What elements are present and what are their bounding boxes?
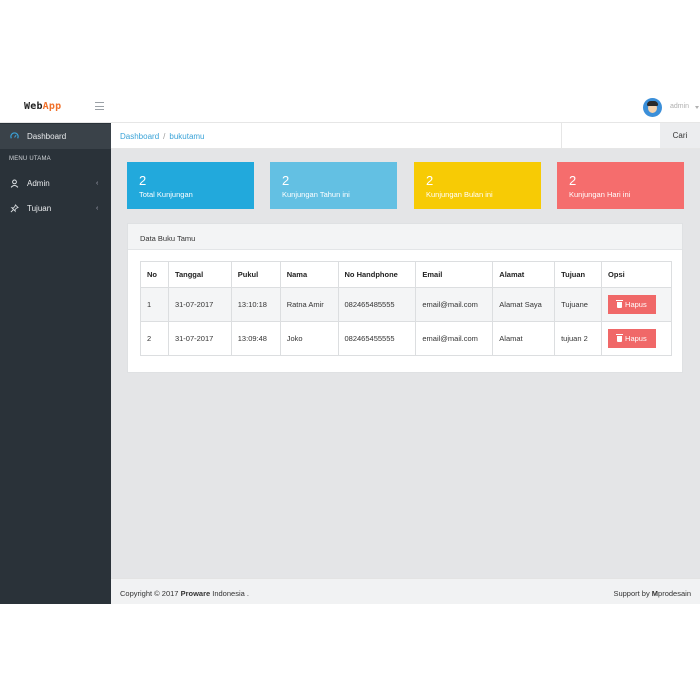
- column-header: Tanggal: [167, 261, 232, 288]
- menu-toggle-icon[interactable]: [95, 102, 104, 110]
- stat-card-today: 2 Kunjungan Hari ini: [557, 162, 684, 209]
- delete-button-label: Hapus: [625, 300, 647, 309]
- main-content: 2 Total Kunjungan 2 Kunjungan Tahun ini …: [111, 149, 700, 578]
- top-navbar: WebApp admin: [0, 92, 700, 123]
- stat-value: 2: [139, 173, 147, 188]
- table-row: 1 31-07-2017 13:10:18 Ratna Amir 0824654…: [140, 287, 672, 322]
- table-cell-actions: Hapus: [601, 287, 672, 322]
- user-icon: [10, 179, 19, 188]
- search-button[interactable]: Cari: [660, 123, 700, 148]
- sidebar-item-tujuan[interactable]: Tujuan ‹: [0, 196, 111, 221]
- table-cell: Joko: [279, 321, 339, 356]
- trash-icon: [616, 333, 624, 342]
- brand-main: Web: [24, 101, 43, 112]
- column-header: No Handphone: [337, 261, 417, 288]
- table-cell: 082465485555: [337, 287, 417, 322]
- sidebar-item-admin[interactable]: Admin ‹: [0, 171, 111, 196]
- table-cell: 13:09:48: [230, 321, 281, 356]
- stat-value: 2: [426, 173, 434, 188]
- brand-accent: App: [42, 101, 62, 112]
- dashboard-icon: [10, 132, 19, 139]
- search-input[interactable]: [561, 123, 660, 148]
- app-logo[interactable]: WebApp: [24, 101, 61, 112]
- stat-card-year: 2 Kunjungan Tahun ini: [270, 162, 397, 209]
- user-avatar[interactable]: [643, 98, 662, 117]
- stat-value: 2: [282, 173, 290, 188]
- support-prefix: Support by: [613, 589, 652, 598]
- breadcrumb-current[interactable]: bukutamu: [169, 132, 204, 141]
- table-cell: Alamat: [492, 321, 556, 356]
- table-cell: email@mail.com: [415, 287, 494, 322]
- table-cell: Alamat Saya: [492, 287, 556, 322]
- delete-button[interactable]: Hapus: [608, 295, 656, 314]
- breadcrumb-separator: /: [163, 132, 166, 141]
- column-header: No: [140, 261, 169, 288]
- table-row: 2 31-07-2017 13:09:48 Joko 082465455555 …: [140, 321, 672, 356]
- column-header: Nama: [279, 261, 339, 288]
- table-cell: email@mail.com: [415, 321, 494, 356]
- breadcrumb-home-link[interactable]: Dashboard: [120, 132, 159, 141]
- table-cell: 31-07-2017: [167, 321, 232, 356]
- support-text: Support by Mprodesain: [613, 589, 691, 598]
- table-cell: Tujuane: [554, 287, 603, 322]
- table-cell: 1: [140, 287, 169, 322]
- chevron-left-icon: ‹: [96, 205, 99, 212]
- breadcrumb-bar: Dashboard / bukutamu Cari: [111, 123, 700, 149]
- stat-card-month: 2 Kunjungan Bulan ini: [414, 162, 541, 209]
- sidebar-item-label: Admin: [27, 179, 50, 188]
- table-cell: 082465455555: [337, 321, 417, 356]
- stat-label: Kunjungan Tahun ini: [282, 190, 350, 199]
- table-header-row: No Tanggal Pukul Nama No Handphone Email…: [140, 261, 672, 288]
- copyright-suffix: Indonesia .: [210, 589, 249, 598]
- pin-icon: [10, 204, 19, 213]
- company-name: Proware: [180, 589, 211, 598]
- column-header: Opsi: [601, 261, 672, 288]
- sidebar-item-dashboard[interactable]: Dashboard: [0, 124, 111, 149]
- delete-button-label: Hapus: [625, 334, 647, 343]
- sidebar-item-label: Dashboard: [27, 132, 67, 141]
- panel-title: Data Buku Tamu: [128, 224, 682, 250]
- user-name[interactable]: admin: [670, 103, 689, 110]
- table-cell: Ratna Amir: [279, 287, 339, 322]
- column-header: Pukul: [230, 261, 281, 288]
- stat-value: 2: [569, 173, 577, 188]
- delete-button[interactable]: Hapus: [608, 329, 656, 348]
- guestbook-table: No Tanggal Pukul Nama No Handphone Email…: [140, 261, 672, 356]
- copyright-prefix: Copyright © 2017: [120, 589, 181, 598]
- chevron-left-icon: ‹: [96, 180, 99, 187]
- sidebar: Dashboard MENU UTAMA Admin ‹ Tujuan ‹: [0, 123, 111, 604]
- column-header: Alamat: [492, 261, 556, 288]
- chevron-down-icon[interactable]: [695, 106, 699, 109]
- column-header: Email: [415, 261, 494, 288]
- stat-label: Total Kunjungan: [139, 190, 193, 199]
- guestbook-panel: Data Buku Tamu No Tanggal Pukul Nama No …: [127, 223, 683, 373]
- stat-card-total: 2 Total Kunjungan: [127, 162, 254, 209]
- footer: Copyright © 2017 Proware Indonesia . Sup…: [111, 578, 700, 604]
- stat-label: Kunjungan Hari ini: [569, 190, 631, 199]
- column-header: Tujuan: [554, 261, 603, 288]
- menu-section-header: MENU UTAMA: [9, 156, 51, 162]
- sidebar-item-label: Tujuan: [27, 204, 52, 213]
- table-cell: tujuan 2: [554, 321, 603, 356]
- trash-icon: [616, 299, 624, 308]
- table-cell: 31-07-2017: [167, 287, 232, 322]
- copyright-text: Copyright © 2017 Proware Indonesia .: [120, 589, 249, 598]
- support-name: prodesain: [658, 589, 691, 598]
- table-cell: 13:10:18: [230, 287, 281, 322]
- table-cell-actions: Hapus: [601, 321, 672, 356]
- table-cell: 2: [140, 321, 169, 356]
- breadcrumb: Dashboard / bukutamu: [120, 132, 205, 141]
- stat-label: Kunjungan Bulan ini: [426, 190, 493, 199]
